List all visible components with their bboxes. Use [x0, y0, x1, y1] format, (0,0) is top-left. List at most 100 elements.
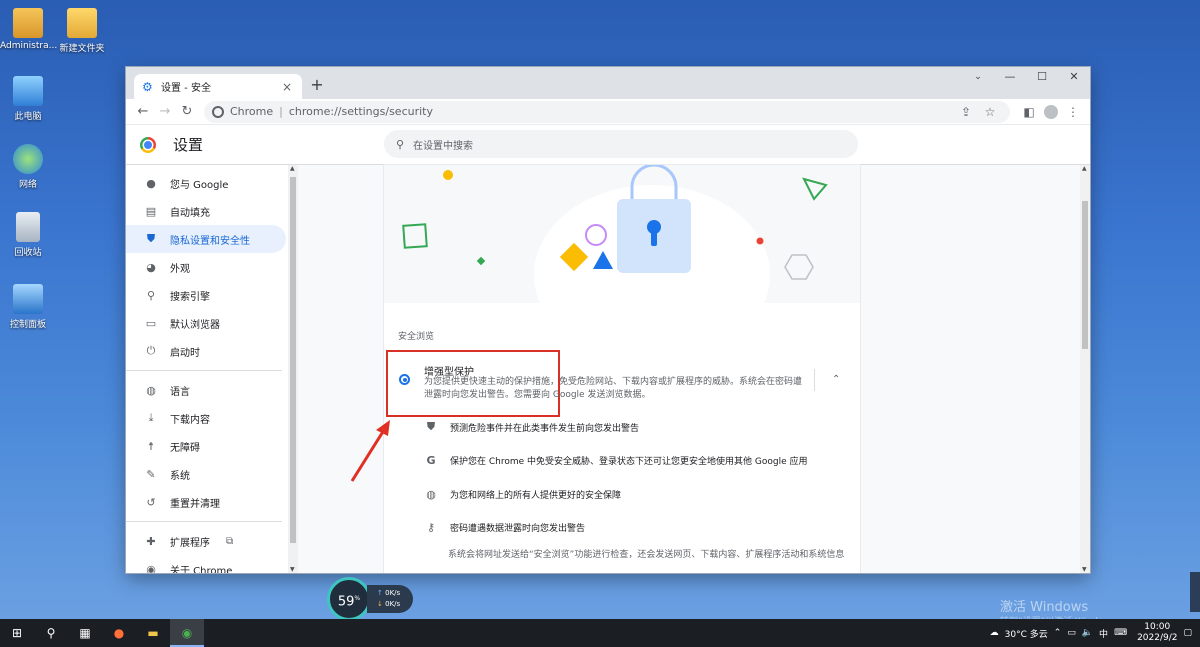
search-icon: ⚲ [146, 288, 156, 302]
search-placeholder: 在设置中搜索 [413, 140, 473, 152]
sidebar-item-label: 系统 [170, 470, 190, 482]
file-explorer-icon[interactable]: ▬ [136, 619, 170, 647]
clock-date: 2022/9/2 [1137, 633, 1178, 643]
clock[interactable]: 10:00 2022/9/2 [1137, 622, 1177, 644]
sidebar-item-accessibility[interactable]: ☨ 无障碍 [126, 432, 286, 460]
profile-avatar[interactable] [1044, 104, 1058, 119]
upload-rate: 0K/s [385, 589, 401, 597]
menu-icon[interactable]: ⋮ [1062, 105, 1084, 119]
tab-settings-security[interactable]: ⚙ 设置 - 安全 × [134, 74, 302, 99]
cpu-percent-gauge: 59% [327, 577, 371, 621]
reload-icon[interactable]: ↻ [176, 104, 198, 119]
upload-arrow-icon: ↑ [377, 589, 383, 597]
search-icon: ⚲ [395, 137, 405, 151]
weather-icon: ☁ [989, 628, 999, 638]
desktop-icon-new-folder[interactable]: 新建文件夹 [54, 8, 110, 54]
sidebar-divider [126, 521, 282, 522]
page-title: 设置 [173, 136, 204, 154]
keyboard-icon[interactable]: ⌨ [1114, 628, 1127, 638]
minimize-button[interactable]: — [994, 67, 1026, 87]
close-window-button[interactable]: ✕ [1058, 67, 1090, 87]
sidebar-item-label: 下载内容 [170, 414, 210, 426]
sidebar-item-search-engine[interactable]: ⚲ 搜索引擎 [126, 281, 286, 309]
sidebar-item-on-startup[interactable]: ⏻ 启动时 [126, 337, 286, 365]
network-speed-widget[interactable]: 59% ↑ 0K/s ↓ 0K/s [327, 577, 413, 621]
omnibox[interactable]: Chrome | chrome://settings/security ⇪ ☆ [204, 100, 1010, 123]
globe-icon: ◍ [426, 487, 436, 501]
forward-icon[interactable]: → [154, 104, 176, 119]
window-controls: ⌄ — ☐ ✕ [962, 67, 1090, 87]
scroll-down-icon[interactable]: ▼ [1082, 566, 1087, 573]
sidebar-item-label: 语言 [170, 386, 190, 398]
sidebar-item-downloads[interactable]: ⤓ 下载内容 [126, 404, 286, 432]
sidebar-item-about[interactable]: ◉ 关于 Chrome [126, 555, 286, 574]
scroll-up-icon[interactable]: ▲ [1082, 165, 1087, 172]
network-icon[interactable]: ▭ [1067, 628, 1076, 638]
chevron-up-icon[interactable]: ⌃ [832, 374, 840, 385]
enhanced-protection-option[interactable]: 增强型保护 为您提供更快速主动的保护措施，免受危险网站、下载内容或扩展程序的威胁… [384, 350, 860, 417]
browser-icon: ▭ [145, 316, 157, 330]
desktop-icon-control-panel[interactable]: 控制面板 [0, 284, 56, 330]
chrome-icon [212, 105, 224, 118]
notification-icon[interactable]: ▢ [1183, 628, 1192, 638]
tab-strip: ⚙ 设置 - 安全 × + ⌄ — ☐ ✕ [126, 67, 1090, 99]
windows-start-icon[interactable]: ⊞ [0, 619, 34, 647]
sidebar-item-system[interactable]: ✎ 系统 [126, 460, 286, 488]
task-view-icon[interactable]: ▦ [68, 619, 102, 647]
settings-search-input[interactable]: ⚲ 在设置中搜索 [384, 130, 858, 158]
main-scrollbar[interactable]: ▲ ▼ [1080, 165, 1090, 573]
desktop-icon-recycle-bin[interactable]: 回收站 [0, 212, 56, 258]
sidebar-item-privacy-security[interactable]: ⛊ 隐私设置和安全性 [126, 225, 286, 253]
accessibility-icon: ☨ [148, 439, 154, 453]
sidebar-scroll-thumb[interactable] [290, 177, 296, 543]
sidebar-item-default-browser[interactable]: ▭ 默认浏览器 [126, 309, 286, 337]
taskbar: ⊞ ⚲ ▦ ● ▬ ◉ ☁ 30°C 多云 ⌃ ▭ 🔈 中 ⌨ 10:00 20… [0, 619, 1200, 647]
browser-window: ⚙ 设置 - 安全 × + ⌄ — ☐ ✕ ← → ↻ Chrome | chr… [126, 67, 1090, 573]
scroll-up-icon[interactable]: ▲ [290, 165, 295, 172]
omnibox-url[interactable]: chrome://settings/security [289, 105, 954, 118]
firefox-icon[interactable]: ● [102, 619, 136, 647]
scroll-down-icon[interactable]: ▼ [290, 566, 295, 573]
wrench-icon: ✎ [146, 467, 156, 481]
sidebar-item-label: 外观 [170, 263, 190, 275]
sidebar-scrollbar[interactable]: ▲ ▼ [288, 165, 298, 573]
desktop-icon-this-pc[interactable]: 此电脑 [0, 76, 56, 122]
sidebar-item-label: 您与 Google [170, 179, 229, 191]
desktop-icon-label: 新建文件夹 [59, 44, 105, 54]
desktop-icon-admin[interactable]: Administra... [0, 8, 58, 51]
weather-text[interactable]: 30°C 多云 [1005, 627, 1048, 640]
tab-search-icon[interactable]: ⌄ [962, 67, 994, 87]
volume-icon[interactable]: 🔈 [1082, 628, 1093, 638]
chevron-up-icon[interactable]: ⌃ [1054, 628, 1062, 638]
feature-row: ⚷ 密码遭遇数据泄露时向您发出警告 [424, 510, 854, 544]
bookmark-star-icon[interactable]: ☆ [978, 105, 1002, 119]
option-separator [814, 369, 815, 391]
percent-value: 59 [337, 594, 355, 610]
chrome-taskbar-icon[interactable]: ◉ [170, 619, 204, 647]
share-icon[interactable]: ⇪ [954, 105, 978, 119]
ime-indicator[interactable]: 中 [1099, 627, 1108, 640]
sidebar-item-extensions[interactable]: ✚ 扩展程序 ⧉ [126, 527, 286, 555]
sidebar-item-appearance[interactable]: ◕ 外观 [126, 253, 286, 281]
palette-icon: ◕ [146, 260, 156, 274]
key-icon: ⚷ [426, 520, 436, 534]
desktop-icon-label: 控制面板 [9, 320, 46, 330]
desktop-icon-network[interactable]: 网络 [0, 144, 56, 190]
sidebar-item-reset[interactable]: ↺ 重置并清理 [126, 488, 286, 516]
new-tab-button[interactable]: + [308, 76, 326, 94]
maximize-button[interactable]: ☐ [1026, 67, 1058, 87]
percent-unit: % [354, 595, 361, 602]
computer-icon [13, 76, 43, 106]
main-scroll-thumb[interactable] [1082, 201, 1088, 349]
globe-icon: ◍ [146, 383, 156, 397]
sidebar-item-you-and-google[interactable]: ● 您与 Google [126, 169, 286, 197]
power-icon: ⏻ [146, 344, 156, 357]
search-icon[interactable]: ⚲ [34, 619, 68, 647]
desktop-icon-label: Administra... [0, 41, 58, 51]
enhanced-protection-radio[interactable] [399, 374, 410, 385]
back-icon[interactable]: ← [132, 104, 154, 119]
sidebar-item-languages[interactable]: ◍ 语言 [126, 376, 286, 404]
sidebar-item-autofill[interactable]: ▤ 自动填充 [126, 197, 286, 225]
close-tab-icon[interactable]: × [280, 80, 294, 94]
side-panel-icon[interactable]: ◧ [1018, 105, 1040, 119]
